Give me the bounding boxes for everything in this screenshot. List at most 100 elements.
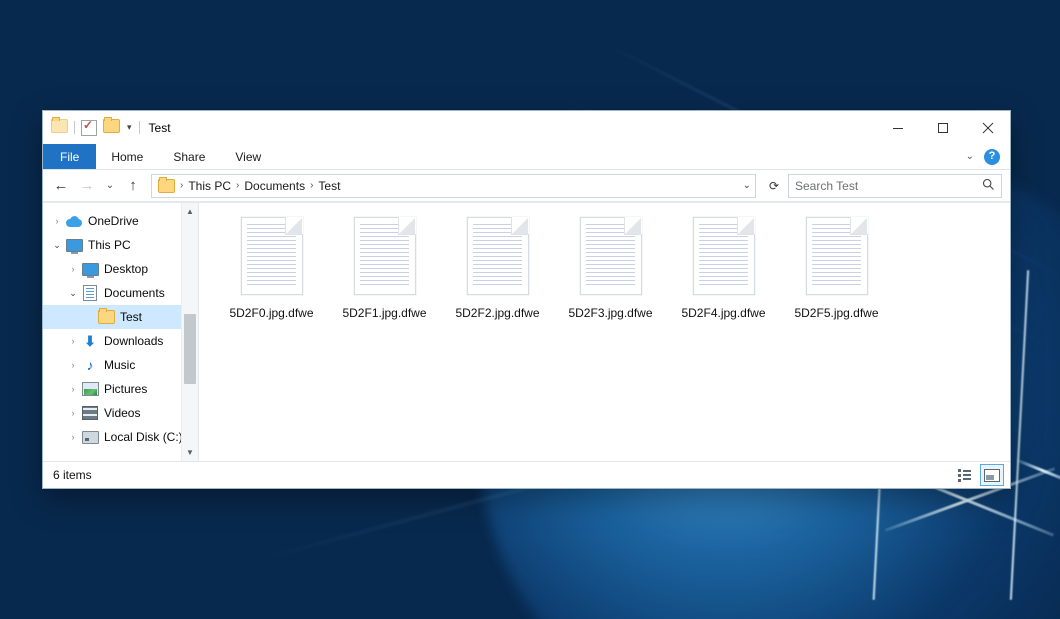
disk-icon [81,431,99,444]
large-icons-view-icon [984,469,1000,482]
breadcrumb-item-documents[interactable]: Documents [241,179,308,193]
new-folder-icon[interactable] [103,119,120,136]
chevron-down-icon[interactable]: ⌄ [49,240,65,251]
window-body: › OneDrive ⌄ This PC › Desktop ⌄Documents Test ›… [43,202,1010,461]
scroll-up-icon[interactable]: ▲ [182,203,198,220]
file-grid: 5D2F0.jpg.dfwe 5D2F1.jpg.dfwe 5D2F2.jpg.df… [215,215,994,320]
file-name-label: 5D2F2.jpg.dfwe [455,306,539,320]
sidebar-item-label: OneDrive [88,214,139,228]
file-item[interactable]: 5D2F2.jpg.dfwe [441,215,554,320]
sidebar-item-desktop[interactable]: › Desktop [43,257,198,281]
breadcrumb-item-this-pc[interactable]: This PC [185,179,234,193]
tab-file[interactable]: File [43,144,96,169]
scrollbar-track[interactable] [182,220,198,444]
navigation-scrollbar[interactable]: ▲ ▼ [181,203,198,461]
generic-document-icon [467,217,529,295]
refresh-icon: ⟳ [769,179,779,193]
search-placeholder: Search Test [795,179,982,193]
tab-share[interactable]: Share [158,144,220,169]
file-item[interactable]: 5D2F4.jpg.dfwe [667,215,780,320]
breadcrumb-separator: › [234,180,241,191]
sidebar-item-test[interactable]: Test [43,305,198,329]
chevron-right-icon[interactable]: › [65,408,81,418]
sidebar-item-label: Local Disk (C:) [104,430,183,444]
chevron-right-icon[interactable]: › [49,216,65,226]
folder-icon [97,310,115,324]
maximize-button[interactable] [920,111,965,144]
sidebar-item-documents[interactable]: ⌄Documents [43,281,198,305]
address-dropdown-icon[interactable]: ⌄ [743,180,751,191]
picture-icon [81,382,99,396]
file-name-label: 5D2F4.jpg.dfwe [681,306,765,320]
title-bar: ▾ Test [43,111,1010,144]
sidebar-item-label: Desktop [104,262,148,276]
properties-checkbox-icon[interactable] [81,120,97,136]
sidebar-item-label: Downloads [104,334,163,348]
breadcrumb-tools: ⌄ [737,180,751,191]
close-button[interactable] [965,111,1010,144]
sidebar-item-label: Test [120,310,142,324]
minimize-button[interactable] [875,111,920,144]
item-count-label: 6 items [53,468,92,482]
sidebar-item-this-pc[interactable]: ⌄ This PC [43,233,198,257]
recent-locations-button[interactable]: ⌄ [101,174,119,198]
breadcrumb-separator: › [178,180,185,191]
chevron-right-icon[interactable]: › [65,360,81,370]
generic-document-icon [241,217,303,295]
scrollbar-thumb[interactable] [184,314,196,383]
cloud-icon [65,216,83,227]
file-item[interactable]: 5D2F0.jpg.dfwe [215,215,328,320]
large-icons-view-button[interactable] [980,464,1004,486]
sidebar-item-label: This PC [88,238,131,252]
sidebar-item-videos[interactable]: › Videos [43,401,198,425]
help-icon[interactable]: ? [984,149,1000,165]
sidebar-item-label: Pictures [104,382,147,396]
breadcrumb[interactable]: › This PC › Documents › Test ⌄ [151,174,756,198]
sidebar-item-downloads[interactable]: ›⬇Downloads [43,329,198,353]
toolbar-separator [74,121,75,134]
chevron-right-icon[interactable]: › [65,432,81,442]
file-item[interactable]: 5D2F3.jpg.dfwe [554,215,667,320]
details-view-button[interactable] [952,464,976,486]
view-toggle-group [952,464,1004,486]
chevron-right-icon[interactable]: › [65,264,81,274]
sidebar-item-onedrive[interactable]: › OneDrive [43,209,198,233]
file-item[interactable]: 5D2F5.jpg.dfwe [780,215,893,320]
file-name-label: 5D2F3.jpg.dfwe [568,306,652,320]
search-input[interactable]: Search Test [788,174,1002,198]
file-list-view[interactable]: 5D2F0.jpg.dfwe 5D2F1.jpg.dfwe 5D2F2.jpg.df… [199,203,1010,461]
window-controls [875,111,1010,144]
chevron-down-icon[interactable]: ⌄ [65,288,81,299]
navigation-pane: › OneDrive ⌄ This PC › Desktop ⌄Documents Test ›… [43,203,199,461]
sidebar-item-music[interactable]: ›♪ Music [43,353,198,377]
file-item[interactable]: 5D2F1.jpg.dfwe [328,215,441,320]
status-bar: 6 items [43,461,1010,488]
sidebar-item-label: Music [104,358,135,372]
tab-home[interactable]: Home [96,144,158,169]
folder-icon[interactable] [51,119,68,136]
tab-view[interactable]: View [220,144,276,169]
music-icon: ♪ [81,358,99,372]
chevron-down-icon[interactable]: ▾ [126,123,133,132]
expand-ribbon-icon[interactable]: ⌄ [966,151,974,162]
monitor-icon [81,263,99,276]
refresh-button[interactable]: ⟳ [762,174,786,198]
chevron-right-icon[interactable]: › [65,384,81,394]
generic-document-icon [693,217,755,295]
back-button[interactable]: ← [49,174,73,198]
sidebar-item-local-disk-c[interactable]: › Local Disk (C:) [43,425,198,449]
file-name-label: 5D2F1.jpg.dfwe [342,306,426,320]
search-icon [982,178,995,194]
breadcrumb-folder-icon [158,179,175,193]
scroll-down-icon[interactable]: ▼ [182,444,198,461]
sidebar-item-label: Videos [104,406,140,420]
breadcrumb-item-test[interactable]: Test [315,179,343,193]
sidebar-item-pictures[interactable]: › Pictures [43,377,198,401]
forward-button[interactable]: → [75,174,99,198]
file-name-label: 5D2F5.jpg.dfwe [794,306,878,320]
file-explorer-window: ▾ Test File Home Share View ⌄ ? ← → [42,110,1011,489]
up-button[interactable]: ↑ [121,174,145,198]
ribbon-tab-bar: File Home Share View ⌄ ? [43,144,1010,170]
details-view-icon [958,469,971,482]
chevron-right-icon[interactable]: › [65,336,81,346]
